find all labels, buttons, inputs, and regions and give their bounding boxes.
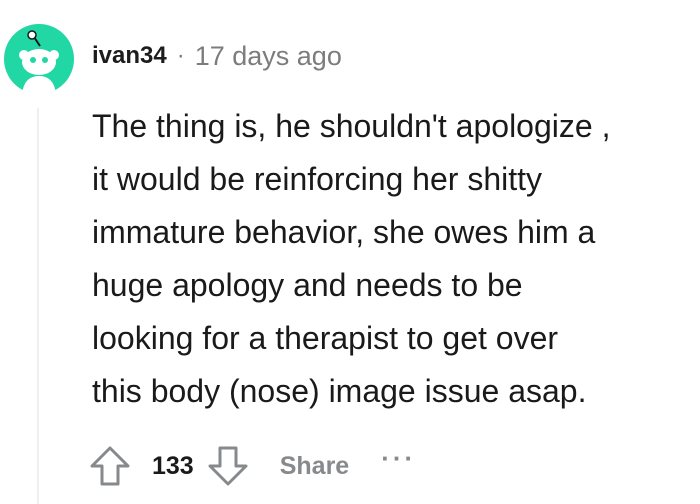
user-avatar-icon[interactable]	[4, 24, 74, 94]
comment: ivan34 · 17 days ago The thing is, he sh…	[0, 0, 700, 504]
comment-actions: 133 Share ···	[88, 440, 416, 492]
more-options-icon[interactable]: ···	[381, 443, 416, 474]
comment-body-line: immature behavior, she owes him a	[92, 214, 596, 250]
comment-body-line: huge apology and needs to be	[92, 267, 523, 303]
meta-separator: ·	[176, 42, 185, 69]
comment-body: The thing is, he shouldn't apologize , i…	[92, 100, 692, 418]
comment-timestamp[interactable]: 17 days ago	[195, 41, 342, 72]
comment-body-line: it would be reinforcing her shitty	[92, 161, 542, 197]
share-button[interactable]: Share	[280, 452, 349, 481]
upvote-arrow-icon[interactable]	[88, 444, 132, 488]
username-link[interactable]: ivan34	[92, 42, 167, 70]
comment-body-line: this body (nose) image issue asap.	[92, 373, 587, 409]
downvote-arrow-icon[interactable]	[206, 444, 250, 488]
comment-meta: ivan34 · 17 days ago	[92, 38, 342, 74]
comment-body-line: looking for a therapist to get over	[92, 320, 559, 356]
thread-line[interactable]	[37, 108, 39, 504]
vote-score: 133	[152, 451, 194, 480]
comment-body-line: The thing is, he shouldn't apologize ,	[92, 108, 611, 144]
